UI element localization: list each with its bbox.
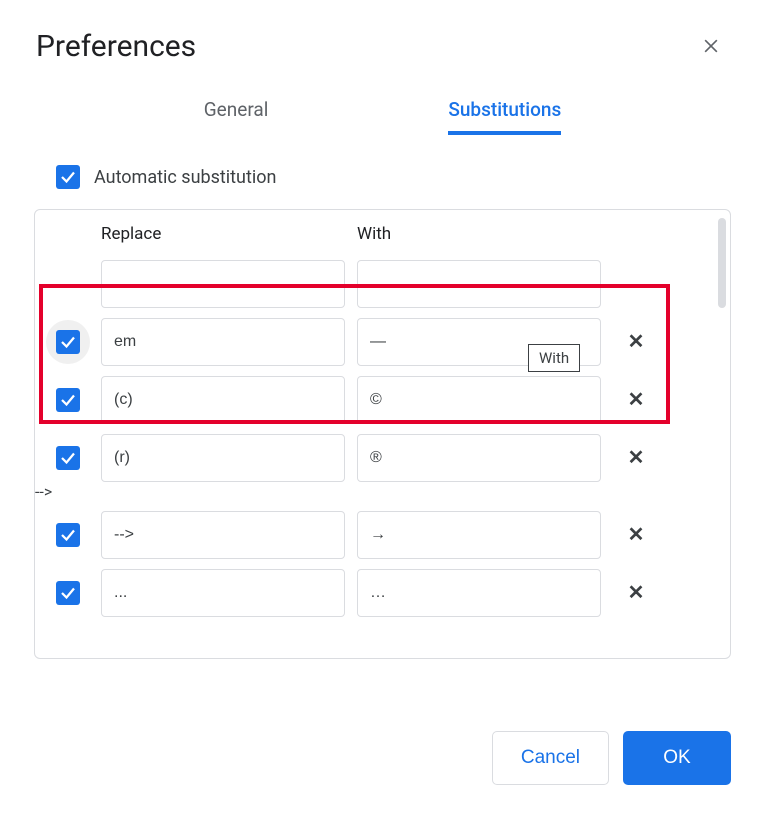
substitution-rows: ✕ With ✕ bbox=[35, 250, 730, 617]
substitution-row bbox=[35, 250, 730, 308]
substitution-row: ✕ bbox=[35, 559, 730, 617]
delete-icon: ✕ bbox=[628, 445, 645, 470]
delete-icon: ✕ bbox=[628, 387, 645, 412]
cancel-button[interactable]: Cancel bbox=[492, 731, 609, 785]
replace-input[interactable] bbox=[101, 318, 345, 366]
row-checkbox[interactable] bbox=[56, 388, 80, 412]
column-header-with: With bbox=[357, 224, 603, 244]
dialog-footer: Cancel OK bbox=[492, 731, 731, 785]
replace-input[interactable] bbox=[101, 434, 345, 482]
check-icon bbox=[59, 449, 77, 467]
with-input[interactable] bbox=[357, 376, 601, 424]
row-checkbox[interactable] bbox=[56, 523, 80, 547]
preferences-dialog: Preferences General Substitutions Automa… bbox=[0, 0, 765, 815]
delete-row-button[interactable]: ✕ bbox=[620, 326, 652, 358]
with-input[interactable] bbox=[357, 434, 601, 482]
delete-icon: ✕ bbox=[628, 522, 645, 547]
auto-substitution-checkbox[interactable] bbox=[56, 165, 80, 189]
close-icon bbox=[701, 36, 721, 56]
auto-substitution-row: Automatic substitution bbox=[0, 135, 765, 209]
row-checkbox-focus bbox=[56, 330, 80, 354]
substitution-row: ✕ bbox=[35, 366, 730, 424]
tabs: General Substitutions bbox=[0, 90, 765, 135]
row-checkbox[interactable] bbox=[56, 330, 80, 354]
tooltip-with: With bbox=[528, 344, 580, 372]
delete-row-button[interactable]: ✕ bbox=[620, 384, 652, 416]
tab-general[interactable]: General bbox=[204, 90, 269, 135]
replace-input[interactable] bbox=[101, 260, 345, 308]
dialog-title: Preferences bbox=[36, 29, 196, 64]
column-header-replace: Replace bbox=[101, 224, 357, 244]
delete-icon: ✕ bbox=[628, 329, 645, 354]
check-icon bbox=[59, 526, 77, 544]
auto-substitution-label: Automatic substitution bbox=[94, 167, 276, 188]
replace-input[interactable] bbox=[101, 569, 345, 617]
column-headers: Replace With bbox=[35, 210, 730, 250]
row-checkbox[interactable] bbox=[56, 581, 80, 605]
row-checkbox[interactable] bbox=[56, 446, 80, 470]
delete-row-button[interactable]: ✕ bbox=[620, 519, 652, 551]
delete-icon: ✕ bbox=[628, 580, 645, 605]
ok-button[interactable]: OK bbox=[623, 731, 731, 785]
replace-input[interactable] bbox=[101, 376, 345, 424]
delete-row-button[interactable]: ✕ bbox=[620, 442, 652, 474]
with-input[interactable] bbox=[357, 260, 601, 308]
substitution-row: ✕ bbox=[35, 424, 730, 482]
close-button[interactable] bbox=[693, 28, 729, 64]
check-icon bbox=[59, 168, 77, 186]
with-input[interactable] bbox=[357, 569, 601, 617]
check-icon bbox=[59, 391, 77, 409]
replace-input[interactable] bbox=[101, 511, 345, 559]
dialog-header: Preferences bbox=[0, 0, 765, 74]
substitutions-panel: Replace With bbox=[34, 209, 731, 659]
tab-substitutions[interactable]: Substitutions bbox=[448, 90, 561, 135]
delete-row-button[interactable]: ✕ bbox=[620, 577, 652, 609]
substitution-row: ✕ bbox=[35, 501, 730, 559]
check-icon bbox=[59, 584, 77, 602]
check-icon bbox=[59, 333, 77, 351]
substitution-row: ✕ bbox=[35, 308, 730, 366]
with-input[interactable] bbox=[357, 511, 601, 559]
